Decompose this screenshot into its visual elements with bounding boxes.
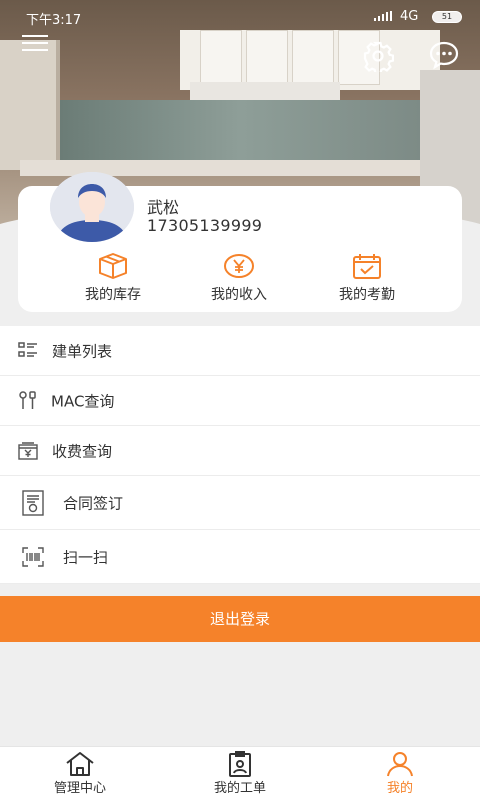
- list-icon: [18, 341, 37, 357]
- tab-my-work-orders[interactable]: 我的工单: [190, 751, 290, 796]
- quick-link-label: 我的收入: [211, 287, 267, 303]
- quick-link-label: 我的库存: [85, 287, 141, 303]
- user-name: 武松: [147, 198, 180, 217]
- user-phone: 17305139999: [147, 216, 263, 235]
- profile-card: 武松 17305139999 我的库存 我的收入 我的考勤: [18, 172, 462, 312]
- calendar-check-icon: [353, 254, 381, 279]
- box-icon: [99, 253, 127, 279]
- fee-box-icon: [18, 441, 38, 460]
- quick-link-inventory[interactable]: 我的库存: [58, 252, 168, 304]
- network-type: 4G: [400, 9, 419, 24]
- menu-list: 建单列表 MAC查询 收费查询 合同签订 扫一扫: [0, 326, 480, 584]
- quick-link-income[interactable]: 我的收入: [184, 252, 294, 304]
- gear-icon[interactable]: [362, 40, 394, 72]
- menu-item-scan[interactable]: 扫一扫: [0, 530, 480, 584]
- status-time: 下午3:17: [26, 13, 82, 28]
- signal-icon: [374, 11, 396, 21]
- quick-link-attendance[interactable]: 我的考勤: [312, 252, 422, 304]
- tab-label: 我的工单: [213, 781, 266, 796]
- status-bar: 下午3:17 4G 51: [0, 0, 480, 32]
- contract-icon: [22, 489, 44, 516]
- logout-button[interactable]: 退出登录: [0, 596, 480, 642]
- menu-item-mac-query[interactable]: MAC查询: [0, 376, 480, 426]
- menu-item-fee-query[interactable]: 收费查询: [0, 426, 480, 476]
- menu-icon[interactable]: [22, 35, 48, 53]
- work-order-icon: [229, 751, 251, 777]
- menu-item-label: 扫一扫: [63, 548, 109, 566]
- barcode-scan-icon: [22, 546, 44, 567]
- menu-item-label: MAC查询: [51, 392, 115, 410]
- menu-item-order-list[interactable]: 建单列表: [0, 326, 480, 376]
- avatar[interactable]: [50, 172, 134, 242]
- menu-item-contract[interactable]: 合同签订: [0, 476, 480, 530]
- menu-item-label: 建单列表: [52, 342, 113, 360]
- tab-label: 我的: [386, 781, 413, 796]
- battery-icon: 51: [432, 11, 462, 23]
- person-icon: [387, 752, 413, 777]
- yen-coin-icon: [224, 254, 254, 278]
- tools-icon: [19, 390, 36, 409]
- chat-bubble-icon[interactable]: [428, 40, 460, 70]
- quick-link-label: 我的考勤: [339, 287, 395, 303]
- tab-management-center[interactable]: 管理中心: [30, 751, 130, 796]
- bottom-tab-bar: 管理中心 我的工单 我的: [0, 746, 480, 800]
- home-icon: [66, 752, 94, 776]
- menu-item-label: 合同签订: [63, 494, 124, 512]
- tab-mine[interactable]: 我的: [350, 751, 450, 796]
- menu-item-label: 收费查询: [52, 442, 113, 460]
- tab-label: 管理中心: [53, 781, 106, 796]
